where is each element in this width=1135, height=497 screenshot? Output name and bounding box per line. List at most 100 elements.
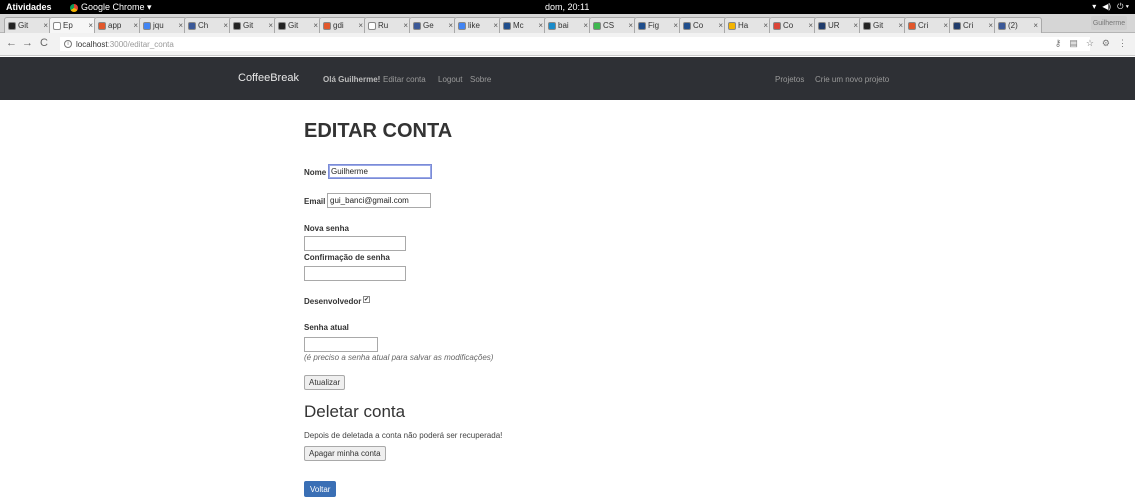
- tab-label: Cri: [963, 21, 974, 30]
- browser-tab[interactable]: Ge ×: [409, 17, 457, 33]
- delete-account-button[interactable]: Apagar minha conta: [304, 446, 386, 461]
- browser-tab[interactable]: like ×: [454, 17, 502, 33]
- network-icon: ▾: [1092, 2, 1097, 11]
- browser-tab[interactable]: Ch ×: [184, 17, 232, 33]
- browser-tab[interactable]: Cri ×: [949, 17, 997, 33]
- back-button[interactable]: Voltar: [304, 481, 337, 497]
- browser-tab[interactable]: Git ×: [859, 17, 907, 33]
- name-label: Nome: [304, 168, 327, 177]
- current-password-field[interactable]: [304, 337, 378, 352]
- tab-close-icon[interactable]: ×: [313, 21, 318, 30]
- tab-close-icon[interactable]: ×: [133, 21, 138, 30]
- tab-favicon-icon: [323, 21, 331, 30]
- tab-favicon-icon: [413, 21, 421, 30]
- tab-favicon-icon: [863, 21, 871, 30]
- browser-tab[interactable]: Mc ×: [499, 17, 547, 33]
- info-icon[interactable]: i: [64, 40, 72, 48]
- tab-label: Ha: [738, 21, 749, 30]
- tab-close-icon[interactable]: ×: [673, 21, 678, 30]
- tab-label: Ch: [198, 21, 209, 30]
- new-password-field[interactable]: [304, 236, 406, 251]
- browser-tab[interactable]: Ru ×: [364, 17, 412, 33]
- forward-arrow-icon[interactable]: →: [22, 37, 33, 49]
- tab-close-icon[interactable]: ×: [853, 21, 858, 30]
- tab-close-icon[interactable]: ×: [943, 21, 948, 30]
- star-icon[interactable]: ☆: [1086, 38, 1094, 49]
- browser-tab[interactable]: gdi ×: [319, 17, 367, 33]
- tab-close-icon[interactable]: ×: [988, 21, 993, 30]
- menu-icon[interactable]: ⋮: [1118, 38, 1127, 49]
- tab-close-icon[interactable]: ×: [88, 21, 93, 30]
- tab-close-icon[interactable]: ×: [628, 21, 633, 30]
- tab-favicon-icon: [908, 21, 916, 30]
- user-greeting: Olá Guilherme!: [323, 75, 381, 84]
- browser-tab[interactable]: jqu ×: [139, 17, 187, 33]
- delete-warning-text: Depois de deletada a conta não poderá se…: [304, 431, 503, 440]
- tab-close-icon[interactable]: ×: [763, 21, 768, 30]
- tab-close-icon[interactable]: ×: [448, 21, 453, 30]
- tab-close-icon[interactable]: ×: [43, 21, 48, 30]
- back-arrow-icon[interactable]: ←: [6, 37, 17, 49]
- browser-tab[interactable]: Git ×: [229, 17, 277, 33]
- update-button[interactable]: Atualizar: [304, 375, 346, 390]
- tab-label: Mc: [513, 21, 524, 30]
- extension-icon[interactable]: ⚙: [1102, 38, 1110, 49]
- tab-label: Git: [288, 21, 299, 30]
- tab-label: Ep: [63, 21, 73, 30]
- tab-close-icon[interactable]: ×: [493, 21, 498, 30]
- email-field[interactable]: [327, 193, 431, 208]
- tab-close-icon[interactable]: ×: [403, 21, 408, 30]
- nav-edit-account[interactable]: Editar conta: [383, 75, 426, 84]
- tab-close-icon[interactable]: ×: [358, 21, 363, 30]
- brand-link[interactable]: CoffeeBreak: [238, 72, 299, 84]
- confirm-password-field[interactable]: [304, 266, 406, 281]
- app-menu[interactable]: Google Chrome ▾: [70, 2, 152, 13]
- volume-icon: ◀): [1102, 2, 1112, 11]
- chrome-icon: [70, 3, 78, 12]
- nav-projects[interactable]: Projetos: [775, 75, 804, 84]
- tab-close-icon[interactable]: ×: [583, 21, 588, 30]
- browser-tab[interactable]: UR ×: [814, 17, 862, 33]
- nav-about[interactable]: Sobre: [470, 75, 491, 84]
- browser-tab[interactable]: (2) ×: [994, 17, 1042, 33]
- name-field[interactable]: [328, 164, 432, 179]
- developer-label: Desenvolvedor: [304, 297, 362, 306]
- current-password-hint: (é preciso a senha atual para salvar as …: [304, 353, 494, 362]
- browser-tab[interactable]: bai ×: [544, 17, 592, 33]
- tab-close-icon[interactable]: ×: [808, 21, 813, 30]
- browser-tab[interactable]: CS ×: [589, 17, 637, 33]
- browser-tab[interactable]: Cri ×: [904, 17, 952, 33]
- browser-tab[interactable]: Fig ×: [634, 17, 682, 33]
- tab-close-icon[interactable]: ×: [268, 21, 273, 30]
- tab-favicon-icon: [548, 21, 556, 30]
- tab-close-icon[interactable]: ×: [223, 21, 228, 30]
- reload-icon[interactable]: C: [40, 37, 48, 49]
- browser-tab[interactable]: Co ×: [769, 17, 817, 33]
- browser-tab[interactable]: Git ×: [274, 17, 322, 33]
- app-menu-label: Google Chrome ▾: [81, 2, 152, 12]
- tab-label: app: [108, 21, 122, 30]
- tab-close-icon[interactable]: ×: [898, 21, 903, 30]
- browser-tab[interactable]: Co ×: [679, 17, 727, 33]
- key-icon[interactable]: ⚷: [1055, 38, 1062, 49]
- tab-close-icon[interactable]: ×: [718, 21, 723, 30]
- translate-icon[interactable]: ▤: [1069, 38, 1078, 49]
- browser-tab[interactable]: Git ×: [4, 17, 52, 33]
- browser-tab[interactable]: Ep ×: [49, 17, 97, 33]
- clock[interactable]: dom, 20:11: [545, 2, 589, 12]
- confirm-password-label: Confirmação de senha: [304, 253, 390, 262]
- current-password-label: Senha atual: [304, 323, 349, 332]
- browser-tab[interactable]: Ha ×: [724, 17, 772, 33]
- tab-close-icon[interactable]: ×: [178, 21, 183, 30]
- tab-close-icon[interactable]: ×: [1033, 21, 1038, 30]
- tab-favicon-icon: [503, 21, 511, 30]
- activities-button[interactable]: Atividades: [6, 2, 52, 12]
- profile-button[interactable]: Guilherme: [1091, 16, 1127, 30]
- browser-tab[interactable]: app ×: [94, 17, 142, 33]
- nav-logout[interactable]: Logout: [438, 75, 462, 84]
- developer-checkbox[interactable]: ✔: [363, 296, 370, 303]
- system-tray[interactable]: ▾ ◀) ⏻ ▾: [1092, 2, 1129, 12]
- tab-close-icon[interactable]: ×: [538, 21, 543, 30]
- nav-new-project[interactable]: Crie um novo projeto: [815, 75, 889, 84]
- address-bar[interactable]: i localhost:3000/editar_conta: [60, 37, 1090, 51]
